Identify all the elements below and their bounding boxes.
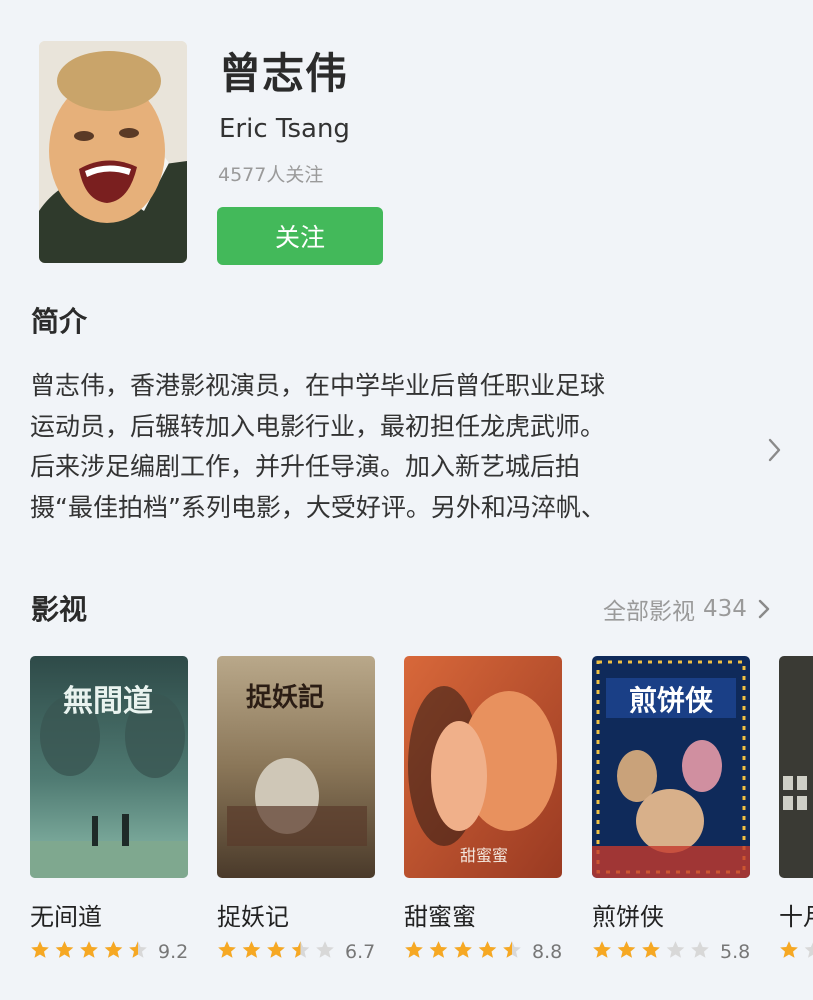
- star-rating: [217, 939, 339, 965]
- star-icon: [80, 941, 98, 958]
- movie-poster[interactable]: [779, 656, 813, 878]
- intro-line: 摄“最佳拍档”系列电影，大受好评。另外和冯淬帆、: [30, 492, 606, 522]
- poster-title: 甜蜜蜜: [460, 846, 508, 865]
- star-icon: [804, 942, 813, 958]
- movie-rating: 5.8: [592, 937, 750, 967]
- intro-expand-chevron-icon[interactable]: [764, 432, 786, 468]
- all-works-link[interactable]: 全部影视 434: [603, 592, 771, 626]
- star-icon: [104, 941, 123, 958]
- movie-title[interactable]: 捉妖记: [217, 897, 289, 932]
- movie-rating: 9.2: [30, 937, 188, 967]
- movie-poster[interactable]: 捉妖記: [217, 656, 375, 878]
- star-icon: [503, 941, 521, 958]
- intro-text[interactable]: 曾志伟，香港影视演员，在中学毕业后曾任职业足球 运动员，后辗转加入电影行业，最初…: [30, 366, 720, 531]
- star-rating: [404, 939, 526, 965]
- movie-rating: 6.7: [217, 937, 375, 967]
- actor-name-cn: 曾志伟: [219, 49, 349, 98]
- star-icon: [405, 941, 423, 958]
- intro-line: 运动员，后辗转加入电影行业，最初担任龙虎武师。: [30, 411, 606, 441]
- movie-poster[interactable]: 無間道: [30, 656, 188, 878]
- intro-line: 曾志伟，香港影视演员，在中学毕业后曾任职业足球: [30, 371, 606, 400]
- follow-button[interactable]: 关注: [217, 207, 383, 265]
- works-section-title: 影视: [31, 593, 88, 626]
- poster-title: 捉妖記: [246, 682, 324, 713]
- intro-line: 后来涉足编剧工作，并升任导演。加入新艺城后拍: [30, 452, 581, 481]
- rating-score: 5.8: [720, 941, 751, 963]
- star-icon: [242, 941, 261, 958]
- star-icon: [31, 941, 49, 958]
- rating-score: 6.7: [345, 941, 376, 963]
- rating-score: 8.8: [532, 941, 563, 963]
- star-icon: [267, 941, 285, 958]
- star-icon: [429, 941, 448, 958]
- movie-rating: 8.8: [404, 937, 562, 967]
- poster-title: 煎饼侠: [629, 684, 714, 717]
- star-icon: [642, 941, 660, 958]
- movie-title[interactable]: 甜蜜蜜: [404, 897, 476, 932]
- star-icon: [129, 941, 147, 958]
- movie-poster[interactable]: 煎饼侠: [592, 656, 750, 878]
- star-icon: [316, 941, 334, 958]
- movie-title[interactable]: 无间道: [30, 897, 102, 932]
- star-rating: [779, 939, 813, 965]
- star-icon: [55, 941, 74, 958]
- chevron-right-icon: [758, 599, 770, 619]
- star-icon: [454, 941, 472, 958]
- star-rating: [592, 939, 714, 965]
- star-icon: [780, 941, 798, 958]
- all-works-label: 全部影视: [603, 599, 695, 625]
- rating-score: 9.2: [158, 941, 189, 963]
- follower-count: 4577人关注: [218, 164, 324, 186]
- all-works-count: 434: [703, 596, 747, 622]
- star-icon: [478, 941, 497, 958]
- star-icon: [593, 941, 611, 958]
- star-icon: [218, 941, 236, 958]
- star-icon: [666, 941, 685, 958]
- movie-title[interactable]: 煎饼侠: [592, 897, 664, 932]
- star-icon: [691, 941, 709, 958]
- movie-title[interactable]: 十月: [779, 897, 813, 932]
- intro-section-title: 简介: [31, 305, 88, 338]
- movie-rating: [779, 937, 813, 967]
- actor-avatar: [39, 41, 187, 263]
- poster-title: 無間道: [63, 684, 153, 719]
- star-icon: [617, 941, 636, 958]
- actor-name-en: Eric Tsang: [219, 114, 350, 144]
- movie-poster[interactable]: 甜蜜蜜: [404, 656, 562, 878]
- star-rating: [30, 939, 152, 965]
- star-icon: [291, 941, 310, 958]
